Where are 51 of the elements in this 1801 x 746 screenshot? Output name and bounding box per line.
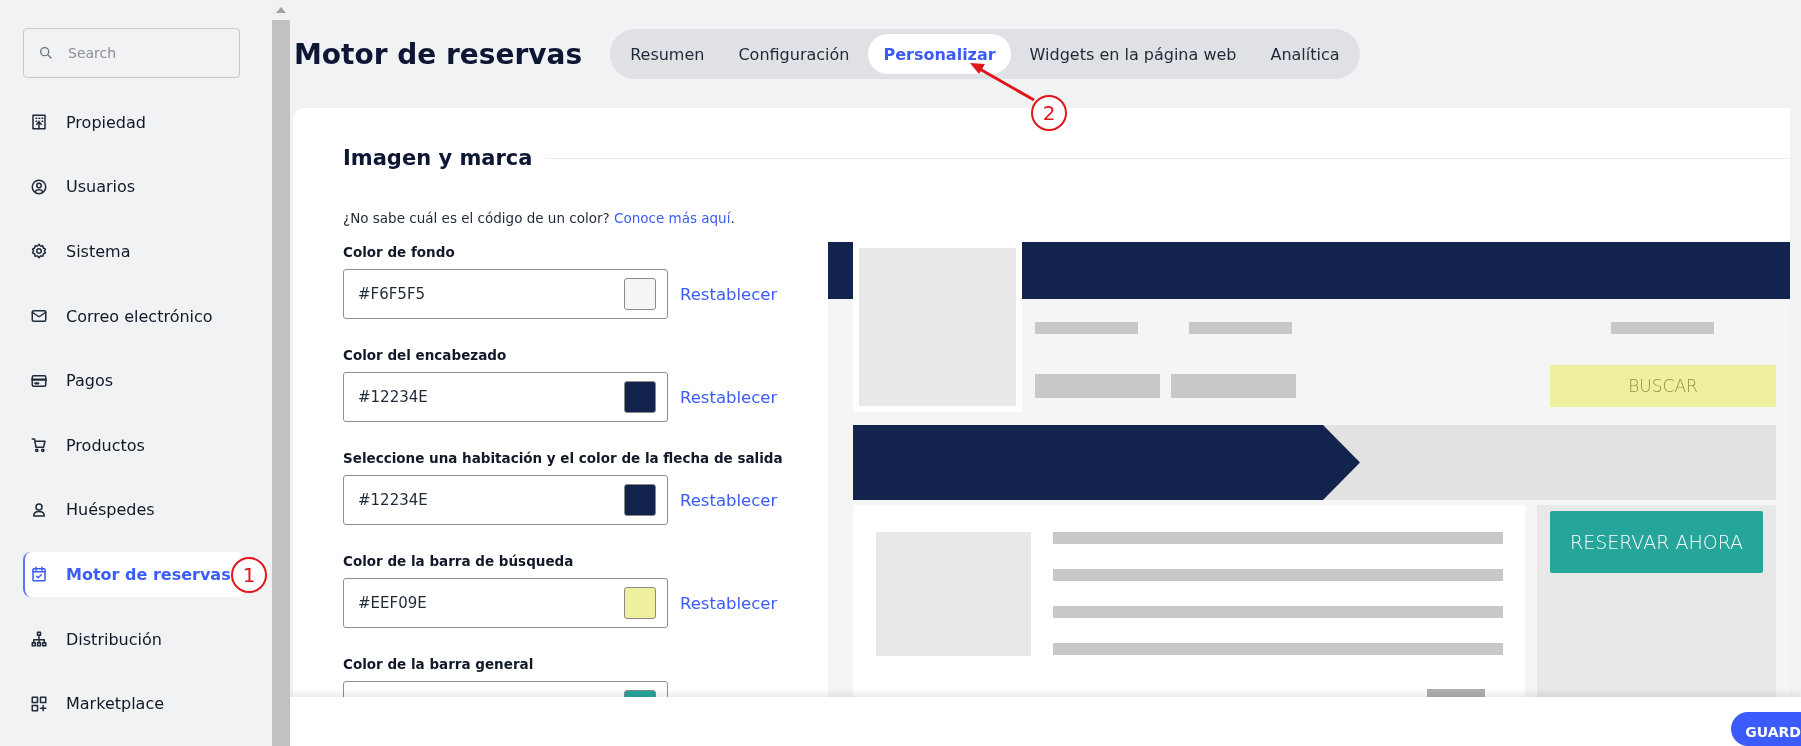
tab[interactable]: Configuración	[723, 34, 865, 74]
section-title: Imagen y marca	[343, 146, 533, 170]
scrollbar[interactable]	[272, 0, 290, 746]
reset-link[interactable]: Restablecer	[680, 284, 778, 304]
user-icon	[30, 500, 48, 519]
placeholder-bar	[1427, 689, 1485, 697]
color-input-field[interactable]: #EEF09E	[343, 578, 668, 628]
cart-icon	[30, 436, 48, 455]
user-circle-icon	[30, 177, 48, 196]
sidebar-item[interactable]: Correo electrónico	[23, 293, 245, 339]
sidebar-item[interactable]: Distribución	[23, 616, 245, 662]
tab[interactable]: Resumen	[615, 34, 720, 74]
save-button[interactable]: GUARD	[1731, 712, 1801, 746]
calendar-check-icon	[30, 565, 48, 584]
sidebar-item[interactable]: Productos	[23, 422, 245, 468]
tab[interactable]: Widgets en la página web	[1014, 34, 1252, 74]
color-swatch[interactable]	[624, 278, 656, 310]
callout-number: 2	[1031, 95, 1067, 131]
hierarchy-icon	[30, 630, 48, 649]
color-input-field[interactable]: #F6F5F5	[343, 269, 668, 319]
field-label: Color del encabezado	[343, 347, 507, 363]
sidebar-item[interactable]: Propiedad	[23, 100, 245, 145]
tab[interactable]: Analítica	[1255, 34, 1355, 74]
tab[interactable]: Personalizar	[868, 34, 1011, 74]
page-title: Motor de reservas	[294, 37, 583, 71]
sidebar-item[interactable]: Motor de reservas	[23, 552, 245, 597]
help-link[interactable]: Conoce más aquí	[613, 210, 731, 226]
reset-link[interactable]: Restablecer	[680, 593, 778, 613]
field-label: Seleccione una habitación y el color de la flecha de salida	[343, 450, 783, 466]
color-swatch[interactable]	[624, 587, 656, 619]
color-swatch[interactable]	[624, 484, 656, 516]
scroll-up-icon[interactable]	[276, 7, 286, 13]
color-swatch[interactable]	[624, 381, 656, 413]
reset-link[interactable]: Restablecer	[680, 387, 778, 407]
search-icon	[38, 45, 54, 61]
field-label: Color de la barra de búsqueda	[343, 553, 574, 569]
field-label: Color de la barra general	[343, 656, 534, 672]
sidebar-item[interactable]: Usuarios	[23, 164, 245, 210]
sidebar-item[interactable]: Marketplace	[23, 681, 245, 726]
search-field[interactable]: Search	[23, 28, 240, 78]
help-text: ¿No sabe cuál es el código de un color? Conoce más aquí.	[343, 210, 736, 226]
field-label: Color de fondo	[343, 244, 455, 260]
reset-link[interactable]: Restablecer	[680, 490, 778, 510]
gear-icon	[30, 242, 48, 261]
sidebar-item[interactable]: Pagos	[23, 358, 245, 403]
color-input-field[interactable]: #12234E	[343, 475, 668, 525]
color-input-field[interactable]: #12234E	[343, 372, 668, 422]
sidebar-item[interactable]: Sistema	[23, 229, 245, 274]
building-icon	[30, 113, 48, 132]
grid-plus-icon	[30, 694, 48, 713]
sidebar-item[interactable]: Huéspedes	[23, 487, 245, 533]
